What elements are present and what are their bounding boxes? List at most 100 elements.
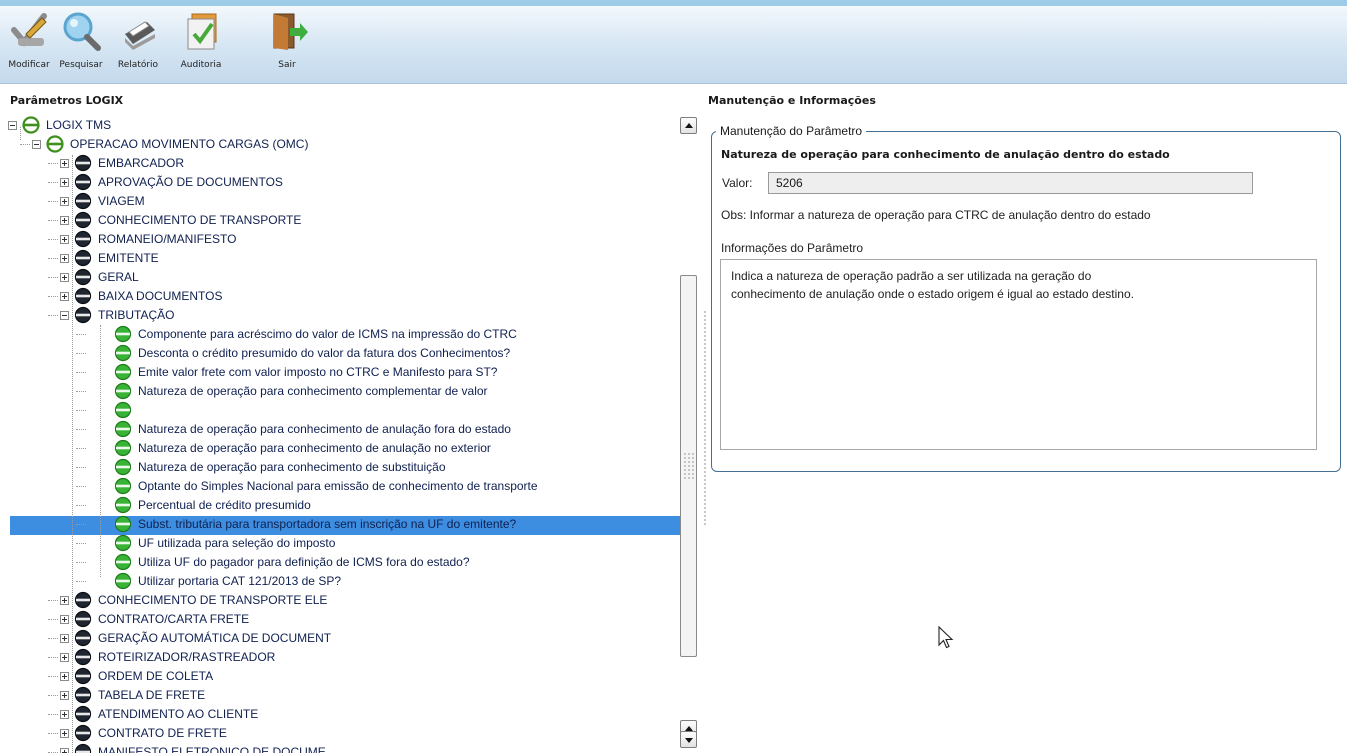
tree-connector [48,163,58,164]
tree-item-label: Natureza de operação para conhecimento c… [138,384,488,398]
folder-node-icon [74,686,92,704]
tree-parameter-item[interactable]: Utilizar portaria CAT 121/2013 de SP? [8,572,678,591]
pesquisar-button[interactable]: Pesquisar [56,10,106,76]
tree-parameter-item[interactable]: Natureza de operação para conhecimento d… [8,458,678,477]
parameter-node-icon [114,515,132,533]
tree-connector [20,144,30,145]
tree-connector [48,315,58,316]
tree-connector [76,524,86,525]
expand-plus-icon[interactable] [60,178,69,187]
parameter-node-icon [114,553,132,571]
tree-folder-item[interactable]: EMBARCADOR [8,154,678,173]
relatorio-button[interactable]: Relatório [110,10,166,76]
folder-node-icon [74,268,92,286]
info-textarea[interactable]: Indica a natureza de operação padrão a s… [720,259,1317,450]
tree-folder-item[interactable]: CONTRATO DE FRETE [8,724,678,743]
tree-folder-item[interactable]: ATENDIMENTO AO CLIENTE [8,705,678,724]
tree-parameter-item[interactable]: Subst. tributária para transportadora se… [8,515,678,534]
tree-folder-item[interactable]: OPERACAO MOVIMENTO CARGAS (OMC) [8,135,678,154]
expand-plus-icon[interactable] [60,292,69,301]
tree-scrollbar[interactable] [680,117,697,748]
expand-plus-icon[interactable] [60,596,69,605]
modificar-button[interactable]: Modificar [8,10,50,76]
tree-parameter-item[interactable]: Utiliza UF do pagador para definição de … [8,553,678,572]
tree-parameter-item[interactable]: Desconta o crédito presumido do valor da… [8,344,678,363]
tree-folder-item[interactable]: EMITENTE [8,249,678,268]
tree-item-label: Natureza de operação para conhecimento d… [138,441,491,455]
tree-folder-item[interactable]: CONTRATO/CARTA FRETE [8,610,678,629]
tree-item-label: TRIBUTAÇÃO [98,308,175,322]
tree-folder-item[interactable]: APROVAÇÃO DE DOCUMENTOS [8,173,678,192]
tree-item-label: APROVAÇÃO DE DOCUMENTOS [98,175,283,189]
expand-plus-icon[interactable] [60,159,69,168]
tree-folder-item[interactable]: ROMANEIO/MANIFESTO [8,230,678,249]
tree-connector [76,448,86,449]
tree-folder-item[interactable]: CONHECIMENTO DE TRANSPORTE ELE [8,591,678,610]
expand-plus-icon[interactable] [60,634,69,643]
parameter-node-icon [114,344,132,362]
tree-folder-item[interactable]: GERAÇÃO AUTOMÁTICA DE DOCUMENT [8,629,678,648]
expand-plus-icon[interactable] [60,748,69,753]
expand-plus-icon[interactable] [60,197,69,206]
tree-item-label: Utiliza UF do pagador para definição de … [138,555,470,569]
tree-folder-item[interactable]: ORDEM DE COLETA [8,667,678,686]
tree-folder-item[interactable]: TRIBUTAÇÃO [8,306,678,325]
tree-parameter-item[interactable]: Optante do Simples Nacional para emissão… [8,477,678,496]
tree-folder-item[interactable]: ROTEIRIZADOR/RASTREADOR [8,648,678,667]
expand-plus-icon[interactable] [60,691,69,700]
scroll-down-arrow-icon[interactable] [680,731,697,748]
collapse-minus-icon[interactable] [8,121,17,130]
valor-field[interactable]: 5206 [768,172,1253,194]
tree-folder-item[interactable]: LOGIX TMS [8,116,678,135]
folder-node-icon [22,116,40,134]
folder-node-icon [74,249,92,267]
collapse-minus-icon[interactable] [60,311,69,320]
tree-folder-item[interactable]: GERAL [8,268,678,287]
sair-button[interactable]: Sair [272,10,308,76]
tree-folder-item[interactable]: BAIXA DOCUMENTOS [8,287,678,306]
tree-connector [48,638,58,639]
tree-parameter-item[interactable]: Natureza de operação para conhecimento d… [8,420,678,439]
expand-plus-icon[interactable] [60,615,69,624]
expand-plus-icon[interactable] [60,235,69,244]
collapse-minus-icon[interactable] [32,140,41,149]
tree-parameter-item[interactable]: Natureza de operação para conhecimento d… [8,401,678,420]
tree-item-label: Componente para acréscimo do valor de IC… [138,327,517,341]
parameter-node-icon [114,420,132,438]
tree-folder-item[interactable]: CONHECIMENTO DE TRANSPORTE [8,211,678,230]
tree-connector [76,391,86,392]
tree-item-label: CONTRATO DE FRETE [98,726,227,740]
tree-item-label: ATENDIMENTO AO CLIENTE [98,707,259,721]
tree-parameter-item[interactable]: Emite valor frete com valor imposto no C… [8,363,678,382]
tree-item-label: MANIFESTO ELETRONICO DE DOCUME [98,745,326,753]
tree-parameter-item[interactable]: UF utilizada para seleção do imposto [8,534,678,553]
expand-plus-icon[interactable] [60,710,69,719]
tree-item-label: Utilizar portaria CAT 121/2013 de SP? [138,574,341,588]
scroll-up-arrow-icon[interactable] [680,117,697,134]
mouse-cursor-icon [938,626,954,649]
tree-folder-item[interactable]: TABELA DE FRETE [8,686,678,705]
parameter-node-icon [114,496,132,514]
tree-parameter-item[interactable]: Percentual de crédito presumido [8,496,678,515]
tree-item-label: ROTEIRIZADOR/RASTREADOR [98,650,276,664]
folder-node-icon [74,211,92,229]
tree-folder-item[interactable]: MANIFESTO ELETRONICO DE DOCUME [8,743,678,753]
tree-parameter-item[interactable]: Natureza de operação para conhecimento c… [8,382,678,401]
parameter-node-icon [114,534,132,552]
expand-plus-icon[interactable] [60,672,69,681]
expand-plus-icon[interactable] [60,216,69,225]
panel-splitter[interactable] [703,310,707,525]
tree-folder-item[interactable]: VIAGEM [8,192,678,211]
title-strip [0,0,1347,6]
tree-item-label: VIAGEM [98,194,145,208]
expand-plus-icon[interactable] [60,653,69,662]
auditoria-button[interactable]: Auditoria [172,10,230,76]
expand-plus-icon[interactable] [60,729,69,738]
tree-connector [48,258,58,259]
folder-node-icon [74,192,92,210]
tree-parameter-item[interactable]: Componente para acréscimo do valor de IC… [8,325,678,344]
tree-parameter-item[interactable]: Natureza de operação para conhecimento d… [8,439,678,458]
expand-plus-icon[interactable] [60,254,69,263]
tree-connector [76,467,86,468]
expand-plus-icon[interactable] [60,273,69,282]
